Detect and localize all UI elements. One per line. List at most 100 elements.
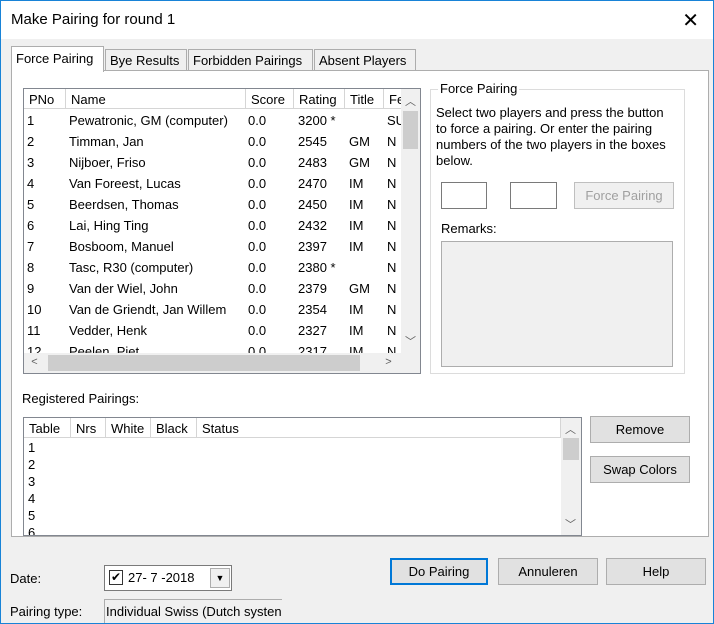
player-cell-score[interactable]: 0.0: [248, 176, 294, 191]
column-header-rating[interactable]: Rating: [294, 89, 345, 109]
scroll-down-icon[interactable]: ﹀: [402, 333, 419, 349]
player-cell-fe[interactable]: N: [387, 260, 401, 275]
scroll-up-icon[interactable]: ︿: [402, 93, 419, 109]
player-cell-fe[interactable]: N: [387, 134, 401, 149]
player-cell-name[interactable]: Timman, Jan: [69, 134, 247, 149]
player-cell-rating[interactable]: 3200 *: [298, 113, 346, 128]
player-cell-title[interactable]: IM: [349, 218, 385, 233]
player-cell-title[interactable]: GM: [349, 134, 385, 149]
player-cell-name[interactable]: Beerdsen, Thomas: [69, 197, 247, 212]
player-cell-score[interactable]: 0.0: [248, 323, 294, 338]
player-cell-score[interactable]: 0.0: [248, 239, 294, 254]
player-cell-name[interactable]: Pewatronic, GM (computer): [69, 113, 247, 128]
pairing-row[interactable]: 4: [28, 491, 68, 506]
player-cell-rating[interactable]: 2380 *: [298, 260, 346, 275]
vertical-scrollbar[interactable]: ︿ ﹀: [401, 89, 420, 353]
player-cell-title[interactable]: IM: [349, 176, 385, 191]
player-cell-fe[interactable]: N: [387, 155, 401, 170]
tab-force-pairing[interactable]: Force Pairing: [11, 46, 104, 72]
registered-pairings-list[interactable]: Table Nrs White Black Status 1 2 3 4 5 6 ︿ ﹀: [23, 417, 582, 536]
player-cell-pno[interactable]: 7: [27, 239, 67, 254]
player-cell-score[interactable]: 0.0: [248, 197, 294, 212]
pairing-row[interactable]: 2: [28, 457, 68, 472]
player-cell-name[interactable]: Lai, Hing Ting: [69, 218, 247, 233]
horizontal-scrollbar[interactable]: < >: [24, 353, 420, 373]
scroll-left-icon[interactable]: <: [26, 356, 43, 368]
player-cell-pno[interactable]: 5: [27, 197, 67, 212]
player-cell-score[interactable]: 0.0: [248, 281, 294, 296]
player-cell-pno[interactable]: 11: [27, 323, 67, 338]
remove-button[interactable]: Remove: [590, 416, 690, 443]
date-picker[interactable]: ✔ 27- 7 -2018 ▼: [104, 565, 232, 591]
column-header-white[interactable]: White: [106, 418, 151, 438]
column-header-score[interactable]: Score: [246, 89, 294, 109]
scroll-thumb-horizontal[interactable]: [48, 355, 360, 371]
player-cell-name[interactable]: Nijboer, Friso: [69, 155, 247, 170]
player-cell-fe[interactable]: N: [387, 218, 401, 233]
column-header-table[interactable]: Table: [24, 418, 71, 438]
player-cell-name[interactable]: Van Foreest, Lucas: [69, 176, 247, 191]
pairing-row[interactable]: 6: [28, 525, 68, 535]
player-cell-title[interactable]: IM: [349, 239, 385, 254]
player-cell-score[interactable]: 0.0: [248, 218, 294, 233]
player-cell-score[interactable]: 0.0: [248, 113, 294, 128]
player-cell-name[interactable]: Bosboom, Manuel: [69, 239, 247, 254]
scroll-right-icon[interactable]: >: [380, 356, 397, 368]
player-cell-rating[interactable]: 2450: [298, 197, 346, 212]
scroll-thumb[interactable]: [563, 438, 579, 460]
player-cell-rating[interactable]: 2470: [298, 176, 346, 191]
player2-number-input[interactable]: [510, 182, 557, 209]
player-cell-fe[interactable]: N: [387, 323, 401, 338]
player-cell-score[interactable]: 0.0: [248, 302, 294, 317]
date-value[interactable]: 27- 7 -2018: [128, 570, 195, 585]
player-cell-fe[interactable]: N: [387, 197, 401, 212]
player-cell-score[interactable]: 0.0: [248, 260, 294, 275]
player-cell-rating[interactable]: 2545: [298, 134, 346, 149]
player-cell-rating[interactable]: 2432: [298, 218, 346, 233]
help-button[interactable]: Help: [606, 558, 706, 585]
player-cell-pno[interactable]: 3: [27, 155, 67, 170]
player-cell-pno[interactable]: 10: [27, 302, 67, 317]
player-cell-title[interactable]: IM: [349, 323, 385, 338]
player-cell-rating[interactable]: 2397: [298, 239, 346, 254]
player-list[interactable]: PNo Name Score Rating Title Fe 1 Pewatron…: [23, 88, 421, 374]
column-header-status[interactable]: Status: [197, 418, 561, 438]
tab-forbidden-pairings[interactable]: Forbidden Pairings: [188, 49, 313, 71]
player-cell-rating[interactable]: 2354: [298, 302, 346, 317]
player-cell-score[interactable]: 0.0: [248, 134, 294, 149]
player-cell-title[interactable]: IM: [349, 197, 385, 212]
swap-colors-button[interactable]: Swap Colors: [590, 456, 690, 483]
player-cell-fe[interactable]: N: [387, 239, 401, 254]
date-checkbox[interactable]: ✔: [109, 570, 123, 585]
close-icon[interactable]: ✕: [682, 8, 699, 33]
player-cell-pno[interactable]: 4: [27, 176, 67, 191]
player-cell-fe[interactable]: SU: [387, 113, 401, 128]
player-cell-pno[interactable]: 2: [27, 134, 67, 149]
column-header-pno[interactable]: PNo: [24, 89, 66, 109]
tab-bye-results[interactable]: Bye Results: [105, 49, 187, 71]
player-cell-name[interactable]: Vedder, Henk: [69, 323, 247, 338]
column-header-name[interactable]: Name: [66, 89, 246, 109]
player-cell-rating[interactable]: 2379: [298, 281, 346, 296]
player-cell-pno[interactable]: 1: [27, 113, 67, 128]
player-cell-title[interactable]: GM: [349, 155, 385, 170]
pairing-row[interactable]: 5: [28, 508, 68, 523]
player-cell-pno[interactable]: 9: [27, 281, 67, 296]
scroll-down-icon[interactable]: ﹀: [562, 516, 579, 532]
do-pairing-button[interactable]: Do Pairing: [390, 558, 488, 585]
player-cell-name[interactable]: Van der Wiel, John: [69, 281, 247, 296]
force-pairing-button[interactable]: Force Pairing: [574, 182, 674, 209]
pairings-vertical-scrollbar[interactable]: ︿ ﹀: [561, 418, 581, 535]
scroll-thumb[interactable]: [403, 111, 418, 149]
player-cell-fe[interactable]: N: [387, 302, 401, 317]
player-cell-rating[interactable]: 2327: [298, 323, 346, 338]
player-cell-pno[interactable]: 8: [27, 260, 67, 275]
column-header-nrs[interactable]: Nrs: [71, 418, 106, 438]
player-cell-fe[interactable]: N: [387, 176, 401, 191]
cancel-button[interactable]: Annuleren: [498, 558, 598, 585]
scroll-up-icon[interactable]: ︿: [562, 421, 579, 437]
pairing-row[interactable]: 1: [28, 440, 68, 455]
column-header-title[interactable]: Title: [345, 89, 384, 109]
pairing-row[interactable]: 3: [28, 474, 68, 489]
player-cell-title[interactable]: IM: [349, 302, 385, 317]
